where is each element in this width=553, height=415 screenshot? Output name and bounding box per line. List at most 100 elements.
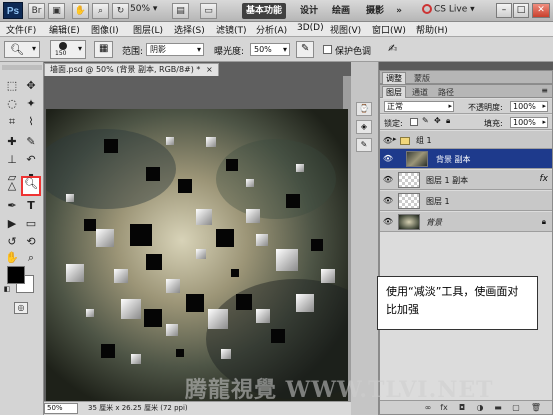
layer-row-layer-1-copy[interactable]: 👁︎ 图层 1 副本 fx — [380, 170, 552, 190]
workspace-painting-button[interactable]: 绘画 — [330, 3, 352, 19]
tab-paths[interactable]: 路径 — [434, 86, 458, 98]
crop-tool-icon[interactable]: ⌗ — [4, 114, 20, 130]
zoom-view-icon[interactable]: ⌕ — [92, 3, 109, 19]
tablet-pressure-toggle[interactable]: ✍ — [384, 41, 402, 58]
marquee-tool-icon[interactable]: ⬚ — [4, 78, 20, 94]
link-layers-icon[interactable]: ∞ — [422, 403, 434, 413]
tool-preset-picker[interactable]: 🔍︎ ▾ — [4, 41, 40, 58]
tools-panel-grip[interactable] — [2, 65, 42, 70]
foreground-color-swatch[interactable] — [7, 266, 25, 284]
healing-brush-tool-icon[interactable]: ✚ — [4, 134, 20, 150]
menu-file[interactable]: 文件(F) — [6, 23, 36, 36]
eyedropper-tool-icon[interactable]: ⌇ — [23, 114, 39, 130]
new-group-icon[interactable]: ▬ — [492, 403, 504, 413]
brush-tool-icon[interactable]: ✎ — [23, 134, 39, 150]
brush-panel-icon[interactable]: ✎ — [356, 138, 372, 152]
lock-transparency-icon[interactable] — [410, 118, 418, 126]
disclosure-triangle-icon[interactable]: ▸ — [393, 135, 397, 143]
move-tool-icon[interactable]: ✥ — [23, 78, 39, 94]
workspace-photography-button[interactable]: 摄影 — [364, 3, 386, 19]
zoom-level-dropdown[interactable]: 50% ▾ — [130, 4, 157, 18]
zoom-tool-icon[interactable]: ⌕ — [23, 250, 39, 266]
minimize-button[interactable]: – — [496, 3, 512, 18]
shape-tool-icon[interactable]: ▭ — [23, 216, 39, 232]
hand-tool-icon[interactable]: ✋ — [4, 250, 20, 266]
add-mask-icon[interactable]: ◘ — [456, 403, 468, 413]
path-selection-tool-icon[interactable]: ▶ — [4, 216, 20, 232]
protect-tones-checkbox[interactable] — [323, 45, 332, 54]
3d-rotate-tool-icon[interactable]: ↺ — [4, 234, 20, 250]
workspace-more-button[interactable]: » — [393, 3, 405, 19]
document-tab-close[interactable]: × — [206, 65, 213, 74]
blend-mode-select[interactable]: 正常 — [384, 101, 454, 112]
pen-tool-icon[interactable]: ✒ — [4, 198, 20, 214]
range-select[interactable]: 阴影 — [146, 43, 204, 56]
visibility-eye-icon[interactable]: 👁︎ — [382, 217, 394, 227]
menu-select[interactable]: 选择(S) — [174, 23, 205, 36]
quick-selection-tool-icon[interactable]: ✦ — [23, 96, 39, 112]
type-tool-icon[interactable]: T — [23, 198, 39, 214]
close-button[interactable]: ✕ — [532, 3, 550, 18]
exposure-input[interactable]: 50% — [250, 43, 290, 56]
quick-mask-icon[interactable]: ◎ — [14, 302, 28, 314]
brush-panel-toggle[interactable]: ▦ — [94, 41, 113, 58]
tab-adjustments[interactable]: 调整 — [382, 72, 406, 84]
tab-channels[interactable]: 通道 — [408, 86, 432, 98]
history-brush-tool-icon[interactable]: ↶ — [23, 152, 39, 168]
cs-live-button[interactable]: CS Live ▾ — [422, 4, 475, 15]
opacity-input[interactable]: 100% — [510, 101, 548, 112]
workspace-design-button[interactable]: 设计 — [298, 3, 320, 19]
visibility-eye-icon[interactable]: 👁︎ — [382, 154, 394, 164]
new-layer-icon[interactable]: ▢ — [510, 403, 522, 413]
layer-thumbnail — [398, 214, 420, 230]
history-panel-icon[interactable]: ⌚ — [356, 102, 372, 116]
lasso-tool-icon[interactable]: ◌ — [4, 96, 20, 112]
default-colors-icon[interactable]: ◧ — [2, 284, 12, 294]
menu-help[interactable]: 帮助(H) — [416, 23, 448, 36]
arrange-documents-icon[interactable]: ▤ — [172, 3, 189, 19]
document-tab[interactable]: 墙面.psd @ 50% (背景 副本, RGB/8#) * × — [44, 63, 219, 76]
airbrush-toggle[interactable]: ✎ — [296, 41, 314, 58]
visibility-eye-icon[interactable]: 👁︎ — [382, 175, 394, 185]
image-canvas[interactable] — [46, 109, 348, 401]
lock-position-icon[interactable]: ✥ — [434, 116, 441, 125]
layer-thumbnail — [406, 151, 428, 167]
menu-analysis[interactable]: 分析(A) — [256, 23, 287, 36]
layer-row-background[interactable]: 👁︎ 背景 🔒︎ — [380, 212, 552, 232]
trash-icon[interactable]: 🗑︎ — [530, 403, 542, 413]
menu-window[interactable]: 窗口(W) — [372, 23, 406, 36]
tab-masks[interactable]: 蒙版 — [410, 72, 434, 84]
add-style-icon[interactable]: fx — [438, 403, 450, 413]
screen-mode-icon[interactable]: ▭ — [200, 3, 217, 19]
menu-3d[interactable]: 3D(D) — [297, 23, 324, 33]
menu-edit[interactable]: 编辑(E) — [49, 23, 80, 36]
blur-drop-icon[interactable]: △ — [4, 178, 20, 194]
hand-view-icon[interactable]: ✋ — [72, 3, 89, 19]
clone-stamp-tool-icon[interactable]: ⊥ — [4, 152, 20, 168]
lock-pixels-icon[interactable]: ✎ — [422, 116, 429, 125]
menu-image[interactable]: 图像(I) — [91, 23, 119, 36]
visibility-eye-icon[interactable]: 👁︎ — [382, 196, 394, 206]
3d-orbit-tool-icon[interactable]: ⟲ — [23, 234, 39, 250]
dodge-tool-icon[interactable]: 🔍︎ — [21, 176, 41, 196]
layer-row-background-copy[interactable]: 👁︎ 背景 副本 — [380, 149, 552, 169]
status-zoom-input[interactable]: 50% — [44, 403, 78, 414]
layer-effects-icon[interactable]: fx — [540, 174, 549, 184]
menu-view[interactable]: 视图(V) — [330, 23, 361, 36]
layer-row-group-1[interactable]: 👁︎ ▸ 组 1 — [380, 131, 552, 149]
adjustment-layer-icon[interactable]: ◑ — [474, 403, 486, 413]
tab-layers[interactable]: 图层 — [382, 86, 406, 98]
menu-filter[interactable]: 滤镜(T) — [216, 23, 247, 36]
workspace-essentials-button[interactable]: 基本功能 — [242, 3, 286, 19]
layer-row-layer-1[interactable]: 👁︎ 图层 1 — [380, 191, 552, 211]
lock-all-icon[interactable]: 🔒︎ — [446, 116, 450, 126]
fill-input[interactable]: 100% — [510, 117, 548, 128]
minibridge-icon[interactable]: ▣ — [48, 3, 65, 19]
maximize-button[interactable]: □ — [513, 3, 529, 18]
panel-menu-icon[interactable]: ≡ — [541, 86, 548, 95]
bridge-icon[interactable]: Br — [28, 3, 45, 19]
menu-layer[interactable]: 图层(L) — [133, 23, 163, 36]
rotate-view-icon[interactable]: ↻ — [112, 3, 129, 19]
brush-preset-picker[interactable]: 150 ▾ — [50, 40, 86, 59]
navigator-panel-icon[interactable]: ◈ — [356, 120, 372, 134]
